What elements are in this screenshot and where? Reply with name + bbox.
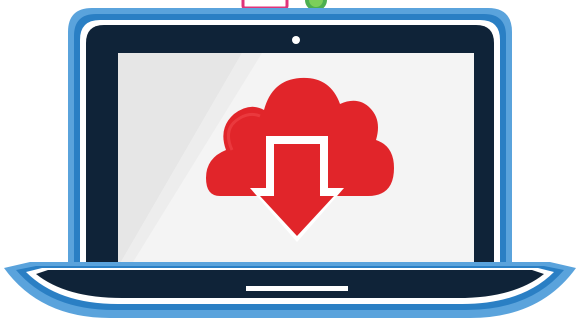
laptop-base-plate <box>36 270 544 298</box>
pink-peek-shape <box>241 0 289 10</box>
camera-dot-icon <box>292 36 300 44</box>
laptop-cloud-download-illustration <box>4 0 576 318</box>
illustration-canvas <box>0 0 580 322</box>
laptop-base-groove <box>246 286 348 291</box>
